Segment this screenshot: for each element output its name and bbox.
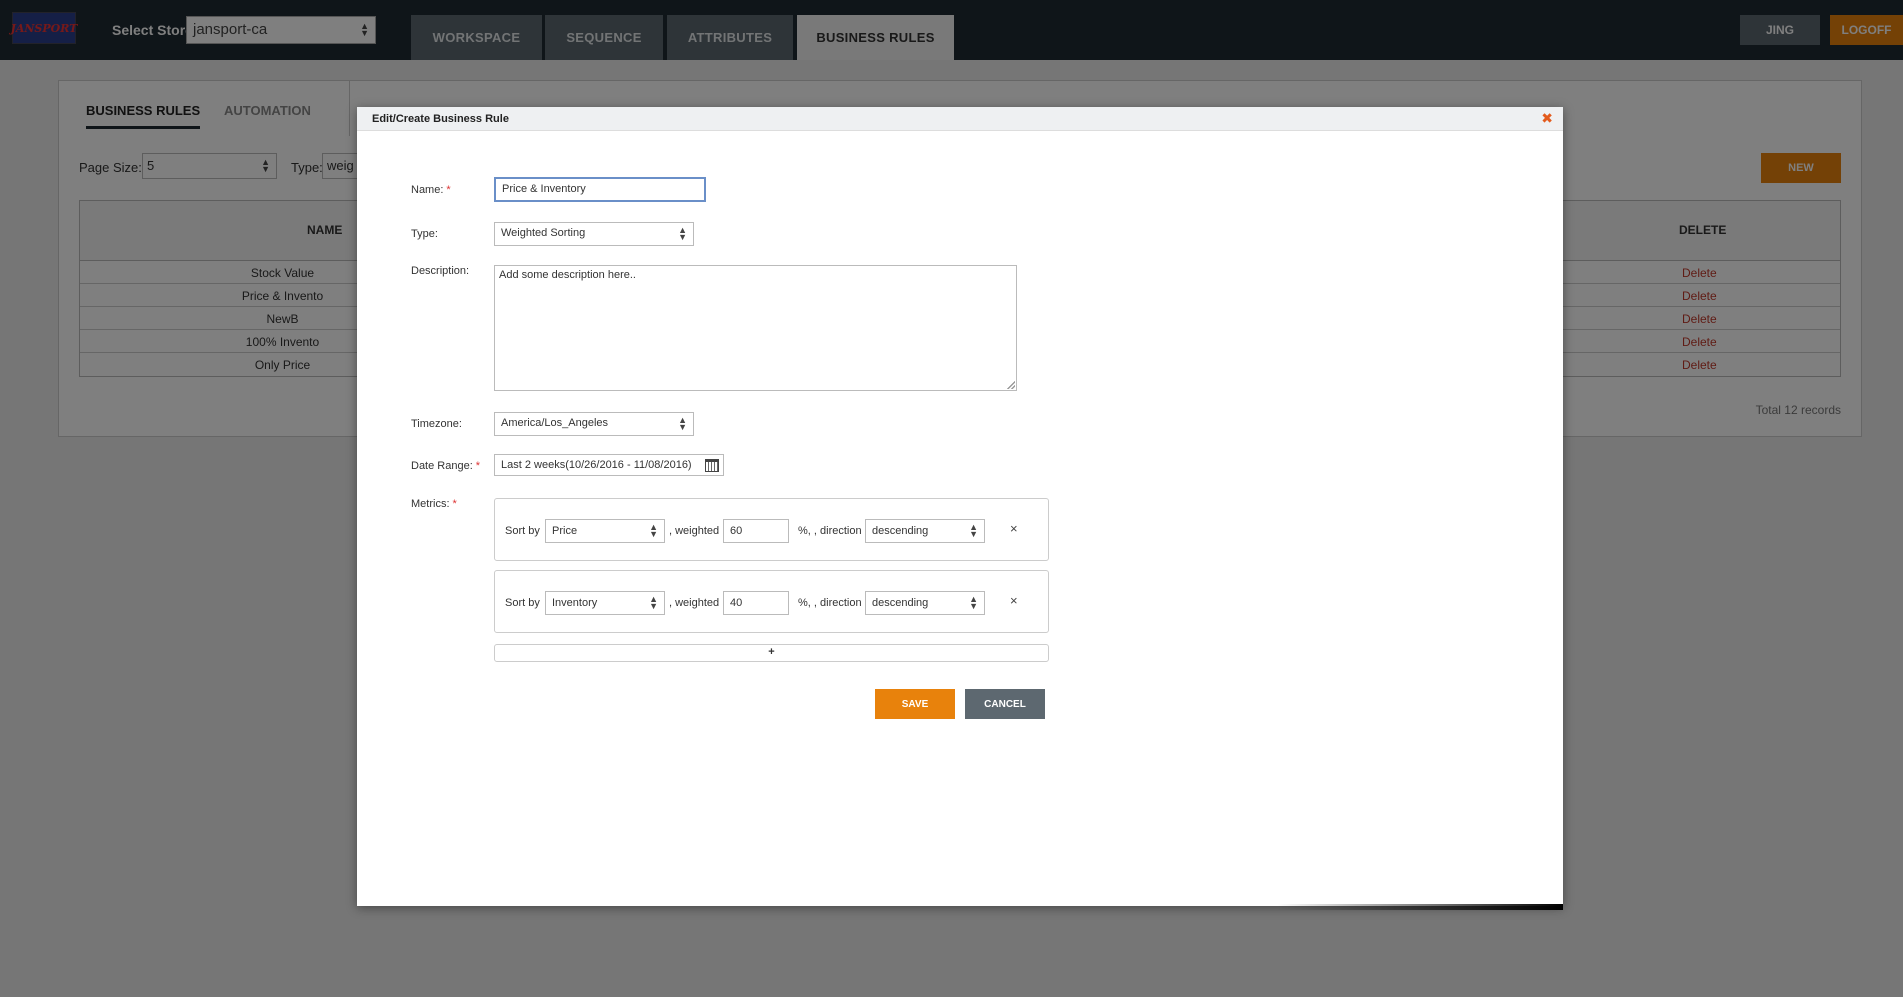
type-select-value: Weighted Sorting xyxy=(501,227,586,239)
select-arrows-icon: ▲▼ xyxy=(649,522,658,539)
resize-handle-icon[interactable] xyxy=(1007,381,1015,389)
weight-input[interactable]: 60 xyxy=(723,519,789,543)
timezone-select-value: America/Los_Angeles xyxy=(501,417,609,429)
type-select[interactable]: Weighted Sorting ▲ ▼ xyxy=(494,222,694,246)
select-arrows-icon: ▲▼ xyxy=(969,594,978,611)
dialog-title: Edit/Create Business Rule xyxy=(372,113,509,125)
required-marker: * xyxy=(475,460,481,472)
required-marker: * xyxy=(452,498,457,510)
metric-row: Sort by Inventory ▲ ▼ , weighted 40 %, , … xyxy=(494,570,1049,633)
sort-by-value: Inventory xyxy=(552,597,598,609)
edit-business-rule-dialog: Edit/Create Business Rule ✖ Name: * Price… xyxy=(357,107,1563,910)
direction-label: %, , direction xyxy=(798,525,862,537)
weight-input[interactable]: 40 xyxy=(723,591,789,615)
cancel-button[interactable]: CANCEL xyxy=(965,689,1045,719)
weighted-label: , weighted xyxy=(669,597,720,609)
date-range-label: Date Range: * xyxy=(411,460,481,472)
description-textarea[interactable]: Add some description here.. xyxy=(494,265,1017,391)
timezone-label: Timezone: xyxy=(411,418,462,430)
timezone-select[interactable]: America/Los_Angeles ▲ ▼ xyxy=(494,412,694,436)
metric-row: Sort by Price ▲ ▼ , weighted 60 %, , dire… xyxy=(494,498,1049,561)
metrics-label: Metrics: * xyxy=(411,498,457,510)
direction-label: %, , direction xyxy=(798,597,862,609)
name-input-value: Price & Inventory xyxy=(502,183,586,195)
sort-by-select[interactable]: Inventory ▲ ▼ xyxy=(545,591,665,615)
direction-value: descending xyxy=(872,525,929,537)
weighted-label: , weighted xyxy=(669,525,720,537)
remove-metric-icon[interactable]: × xyxy=(1010,521,1018,536)
name-label: Name: * xyxy=(411,184,451,196)
direction-value: descending xyxy=(872,597,929,609)
save-button[interactable]: SAVE xyxy=(875,689,955,719)
sort-by-label: Sort by xyxy=(505,525,540,537)
close-icon[interactable]: ✖ xyxy=(1541,110,1553,127)
dialog-shadow xyxy=(1277,904,1563,910)
remove-metric-icon[interactable]: × xyxy=(1010,593,1018,608)
name-input[interactable]: Price & Inventory xyxy=(494,177,706,202)
description-label: Description: xyxy=(411,265,470,277)
weight-value: 40 xyxy=(730,597,743,609)
select-arrows-icon: ▲▼ xyxy=(678,225,687,242)
description-value: Add some description here.. xyxy=(499,269,636,281)
required-marker: * xyxy=(446,184,451,196)
sort-by-select[interactable]: Price ▲ ▼ xyxy=(545,519,665,543)
direction-select[interactable]: descending ▲ ▼ xyxy=(865,519,985,543)
select-arrows-icon: ▲▼ xyxy=(969,522,978,539)
select-arrows-icon: ▲▼ xyxy=(649,594,658,611)
sort-by-label: Sort by xyxy=(505,597,540,609)
date-range-value: Last 2 weeks(10/26/2016 - 11/08/2016) xyxy=(501,459,692,471)
sort-by-value: Price xyxy=(552,525,578,537)
type-label: Type: xyxy=(411,228,438,240)
dialog-header: Edit/Create Business Rule ✖ xyxy=(357,107,1563,131)
weight-value: 60 xyxy=(730,525,743,537)
calendar-icon[interactable] xyxy=(705,459,719,472)
select-arrows-icon: ▲▼ xyxy=(678,415,687,432)
date-range-input[interactable]: Last 2 weeks(10/26/2016 - 11/08/2016) xyxy=(494,454,724,476)
direction-select[interactable]: descending ▲ ▼ xyxy=(865,591,985,615)
add-metric-button[interactable]: + xyxy=(494,644,1049,662)
